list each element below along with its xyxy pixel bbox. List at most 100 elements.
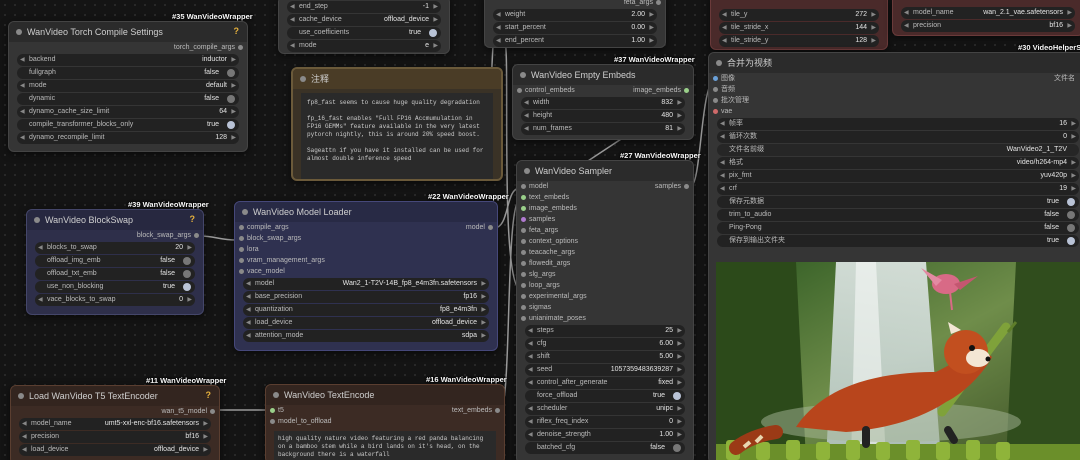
combine-input-vae[interactable]: vae	[709, 106, 1080, 117]
offload-txt-toggle[interactable]: offload_txt_emb false	[35, 268, 195, 280]
load-device-select[interactable]: load_deviceoffload_device	[243, 317, 489, 329]
sampler-input-text[interactable]: text_embeds	[517, 192, 693, 203]
save-meta-toggle[interactable]: 保存元数据 true	[717, 196, 1079, 208]
teacache-node-partial[interactable]: end_step-1 cache_deviceoffload_device us…	[278, 0, 450, 54]
control-after-generate-select[interactable]: control_after_generatefixed	[525, 377, 685, 389]
prompt-textarea[interactable]: high quality nature video featuring a re…	[274, 431, 496, 460]
sampler-input-model[interactable]: model samples	[517, 181, 693, 192]
help-icon[interactable]: ?	[234, 26, 240, 36]
combine-input-audio[interactable]: 音频	[709, 84, 1080, 95]
node-title[interactable]: 合并为视频	[709, 53, 1080, 73]
video-preview[interactable]	[716, 262, 1080, 460]
blockswap-output[interactable]: block_swap_args	[27, 230, 203, 241]
textencode-input-t5[interactable]: t5 text_embeds	[266, 405, 504, 416]
non-blocking-toggle[interactable]: use_non_blocking true	[35, 281, 195, 293]
batched-cfg-toggle[interactable]: batched_cfg false	[525, 442, 685, 454]
vae-tile-node-partial[interactable]: tile_y272 tile_stride_x144 tile_stride_y…	[710, 0, 888, 50]
cache-device-widget[interactable]: cache_deviceoffload_device	[287, 14, 441, 26]
model-loader-node[interactable]: WanVideo Model Loader compile_args model …	[234, 201, 498, 351]
steps-widget[interactable]: steps25	[525, 325, 685, 337]
textencode-input-offload[interactable]: model_to_offload	[266, 416, 504, 427]
fullgraph-toggle[interactable]: fullgraph false	[17, 67, 239, 79]
sampler-input-slg[interactable]: slg_args	[517, 269, 693, 280]
fps-widget[interactable]: 帧率16	[717, 118, 1079, 130]
t5-load-device-select[interactable]: load_deviceoffload_device	[19, 444, 211, 456]
tile-y-widget[interactable]: tile_y272	[719, 9, 879, 21]
force-offload-toggle[interactable]: force_offload true	[525, 390, 685, 402]
trim-toggle[interactable]: trim_to_audio false	[717, 209, 1079, 221]
t5-output[interactable]: wan_t5_model	[11, 406, 219, 417]
sampler-input-poses[interactable]: unianimate_poses	[517, 313, 693, 324]
loader-input-blockswap[interactable]: block_swap_args	[235, 233, 497, 244]
loader-input-vram[interactable]: vram_management_args	[235, 255, 497, 266]
t5-model-select[interactable]: model_nameumt5-xxl-enc-bf16.safetensors	[19, 418, 211, 430]
sampler-input-flowedit[interactable]: flowedit_args	[517, 258, 693, 269]
num-frames-widget[interactable]: num_frames81	[521, 123, 685, 135]
loader-input-lora[interactable]: lora	[235, 244, 497, 255]
vae-precision-widget[interactable]: precisionbf16	[901, 20, 1075, 32]
text-encode-node[interactable]: WanVideo TextEncode t5 text_embeds model_…	[265, 384, 505, 460]
feta-output[interactable]: feta_args	[485, 0, 665, 8]
sampler-input-context[interactable]: context_options	[517, 236, 693, 247]
node-title[interactable]: WanVideo Torch Compile Settings	[9, 22, 247, 42]
width-widget[interactable]: width832	[521, 97, 685, 109]
dynamic-toggle[interactable]: dynamic false	[17, 93, 239, 105]
mode-widget[interactable]: modedefault	[17, 80, 239, 92]
end-step-widget[interactable]: end_step-1	[287, 1, 441, 13]
height-widget[interactable]: height480	[521, 110, 685, 122]
node-title[interactable]: WanVideo Empty Embeds	[513, 65, 693, 85]
tile-stride-x-widget[interactable]: tile_stride_x144	[719, 22, 879, 34]
note-node[interactable]: 注释 fp8_fast seems to cause huge quality …	[291, 67, 503, 181]
pix-fmt-widget[interactable]: pix_fmtyuv420p	[717, 170, 1079, 182]
base-precision-select[interactable]: base_precisionfp16	[243, 291, 489, 303]
t5-loader-node[interactable]: Load WanVideo T5 TextEncoder ? wan_t5_mo…	[10, 385, 220, 460]
weight-widget[interactable]: weight2.00	[493, 9, 657, 21]
use-coefficients-toggle[interactable]: use_coefficients true	[287, 27, 441, 39]
compile-output[interactable]: torch_compile_args	[9, 42, 247, 53]
sampler-input-samples[interactable]: samples	[517, 214, 693, 225]
model-select[interactable]: modelWan2_1-T2V-14B_fp8_e4m3fn.safetenso…	[243, 278, 489, 290]
denoise-widget[interactable]: denoise_strength1.00	[525, 429, 685, 441]
backend-widget[interactable]: backendinductor	[17, 54, 239, 66]
seed-widget[interactable]: seed1057359483639287	[525, 364, 685, 376]
help-icon[interactable]: ?	[206, 390, 212, 400]
blocks-to-swap-widget[interactable]: blocks_to_swap20	[35, 242, 195, 254]
quantization-select[interactable]: quantizationfp8_e4m3fn	[243, 304, 489, 316]
recompile-widget[interactable]: dynamo_recompile_limit128	[17, 132, 239, 144]
block-swap-node[interactable]: WanVideo BlockSwap ? block_swap_args blo…	[26, 209, 204, 315]
sampler-input-teacache[interactable]: teacache_args	[517, 247, 693, 258]
torch-compile-node[interactable]: WanVideo Torch Compile Settings ? torch_…	[8, 21, 248, 152]
end-percent-widget[interactable]: end_percent1.00	[493, 35, 657, 47]
empty-embeds-node[interactable]: WanVideo Empty Embeds control_embeds imag…	[512, 64, 694, 140]
pingpong-toggle[interactable]: Ping-Pong false	[717, 222, 1079, 234]
vae-model-name-widget[interactable]: model_namewan_2.1_vae.safetensors	[901, 7, 1075, 19]
vae-loader-node-partial[interactable]: model_namewan_2.1_vae.safetensors precis…	[892, 0, 1080, 36]
attention-select[interactable]: attention_modesdpa	[243, 330, 489, 342]
prefix-field[interactable]: 文件名前缀 WanVideo2_1_T2V	[717, 144, 1079, 156]
vace-blocks-widget[interactable]: vace_blocks_to_swap0	[35, 294, 195, 306]
node-title[interactable]: WanVideo TextEncode	[266, 385, 504, 405]
save-output-toggle[interactable]: 保存到输出文件夹 true	[717, 235, 1079, 247]
mode-widget[interactable]: modee	[287, 40, 441, 52]
riflex-widget[interactable]: riflex_freq_index0	[525, 416, 685, 428]
feta-node-partial[interactable]: feta_args weight2.00 start_percent0.00 e…	[484, 0, 666, 48]
loop-widget[interactable]: 循环次数0	[717, 131, 1079, 143]
start-percent-widget[interactable]: start_percent0.00	[493, 22, 657, 34]
note-title[interactable]: 注释	[293, 69, 501, 89]
sampler-input-image[interactable]: image_embeds	[517, 203, 693, 214]
loader-input-vace[interactable]: vace_model	[235, 266, 497, 277]
combine-input-images[interactable]: 图像 文件名	[709, 73, 1080, 84]
help-icon[interactable]: ?	[190, 214, 196, 224]
cache-size-widget[interactable]: dynamo_cache_size_limit64	[17, 106, 239, 118]
node-title[interactable]: WanVideo BlockSwap	[27, 210, 203, 230]
sampler-input-sigmas[interactable]: sigmas	[517, 302, 693, 313]
scheduler-select[interactable]: schedulerunipc	[525, 403, 685, 415]
sampler-input-loop[interactable]: loop_args	[517, 280, 693, 291]
shift-widget[interactable]: shift5.00	[525, 351, 685, 363]
sampler-input-feta[interactable]: feta_args	[517, 225, 693, 236]
t5-precision-select[interactable]: precisionbf16	[19, 431, 211, 443]
transformer-only-toggle[interactable]: compile_transformer_blocks_only true	[17, 119, 239, 131]
crf-widget[interactable]: crf19	[717, 183, 1079, 195]
node-title[interactable]: WanVideo Sampler	[517, 161, 693, 181]
loader-input-compile[interactable]: compile_args model	[235, 222, 497, 233]
